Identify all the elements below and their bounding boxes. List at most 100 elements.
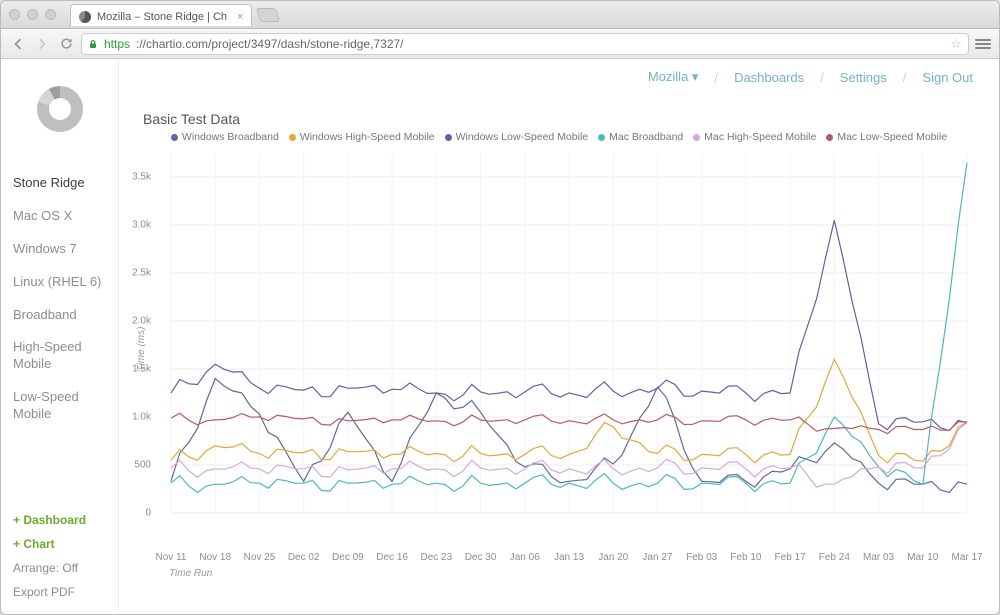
- x-tick-label: Feb 24: [819, 552, 850, 563]
- x-tick-label: Mar 17: [951, 552, 982, 563]
- x-tick-label: Jan 06: [510, 552, 540, 563]
- sidebar-item[interactable]: High-Speed Mobile: [1, 331, 118, 381]
- series-line: [171, 163, 967, 493]
- x-tick-label: Mar 03: [863, 552, 894, 563]
- nav-settings[interactable]: Settings: [840, 70, 887, 85]
- app: Stone RidgeMac OS XWindows 7Linux (RHEL …: [1, 59, 999, 614]
- url-field[interactable]: https ://chartio.com/project/3497/dash/s…: [81, 33, 969, 55]
- chart-title: Basic Test Data: [143, 111, 987, 127]
- x-tick-label: Dec 23: [420, 552, 452, 563]
- series-line: [171, 379, 967, 493]
- org-dropdown[interactable]: Mozilla ▾: [648, 69, 699, 85]
- url-scheme: https: [104, 37, 130, 51]
- main-panel: Mozilla ▾ / Dashboards / Settings / Sign…: [119, 59, 999, 614]
- chart-plot: Time (ms) Time Run 05001.0k1.5k2.0k2.5k3…: [153, 149, 973, 549]
- x-tick-label: Nov 11: [156, 552, 187, 563]
- bookmark-star-icon[interactable]: ☆: [950, 36, 962, 52]
- zoom-window-icon[interactable]: [45, 9, 56, 20]
- series-line: [171, 359, 967, 462]
- legend-dot-icon: [826, 134, 833, 141]
- nav-signout[interactable]: Sign Out: [922, 70, 973, 85]
- legend-label: Mac Broadband: [609, 131, 683, 143]
- y-tick-label: 3.0k: [132, 220, 151, 231]
- forward-button[interactable]: [33, 35, 51, 53]
- x-tick-label: Mar 10: [907, 552, 938, 563]
- export-pdf-button[interactable]: Export PDF: [1, 580, 118, 604]
- y-tick-label: 500: [134, 460, 151, 471]
- sidebar-item[interactable]: Windows 7: [1, 233, 118, 266]
- url-path: ://chartio.com/project/3497/dash/stone-r…: [136, 37, 404, 51]
- new-tab-button[interactable]: [256, 8, 281, 22]
- window-controls: [9, 9, 56, 20]
- org-logo[interactable]: [1, 59, 118, 159]
- legend-label: Windows Low-Speed Mobile: [456, 131, 588, 143]
- x-tick-label: Dec 16: [376, 552, 408, 563]
- sidebar-item[interactable]: Broadband: [1, 299, 118, 332]
- y-tick-label: 2.5k: [132, 268, 151, 279]
- tab-title: Mozilla – Stone Ridge | Ch: [97, 11, 227, 23]
- donut-icon: [37, 86, 83, 132]
- close-window-icon[interactable]: [9, 9, 20, 20]
- favicon-icon: [79, 11, 91, 23]
- y-tick-label: 2.0k: [132, 316, 151, 327]
- sidebar-actions: + Dashboard + Chart Arrange: Off Export …: [1, 508, 118, 614]
- y-tick-label: 0: [145, 508, 151, 519]
- y-tick-label: 1.5k: [132, 364, 151, 375]
- legend-dot-icon: [289, 134, 296, 141]
- chart-legend: Windows Broadband Windows High-Speed Mobi…: [131, 131, 987, 143]
- legend-label: Mac High-Speed Mobile: [704, 131, 816, 143]
- lock-icon: [88, 39, 98, 49]
- series-line: [171, 220, 967, 430]
- reload-button[interactable]: [57, 35, 75, 53]
- legend-dot-icon: [445, 134, 452, 141]
- legend-dot-icon: [171, 134, 178, 141]
- nav-dashboards[interactable]: Dashboards: [734, 70, 804, 85]
- x-axis-label: Time Run: [169, 568, 212, 579]
- sidebar: Stone RidgeMac OS XWindows 7Linux (RHEL …: [1, 59, 119, 614]
- x-tick-label: Jan 27: [642, 552, 672, 563]
- legend-dot-icon: [598, 134, 605, 141]
- sidebar-item[interactable]: Mac OS X: [1, 200, 118, 233]
- x-tick-label: Jan 13: [554, 552, 584, 563]
- toolbar: https ://chartio.com/project/3497/dash/s…: [1, 29, 999, 59]
- x-tick-label: Nov 18: [199, 552, 231, 563]
- top-nav: Mozilla ▾ / Dashboards / Settings / Sign…: [648, 69, 973, 85]
- x-tick-label: Nov 25: [244, 552, 276, 563]
- x-tick-label: Jan 20: [598, 552, 628, 563]
- legend-label: Windows Broadband: [182, 131, 279, 143]
- nav-sep: /: [903, 70, 907, 85]
- legend-label: Windows High-Speed Mobile: [300, 131, 435, 143]
- sidebar-item[interactable]: Low-Speed Mobile: [1, 381, 118, 431]
- y-tick-label: 3.5k: [132, 172, 151, 183]
- x-tick-label: Dec 09: [332, 552, 364, 563]
- minimize-window-icon[interactable]: [27, 9, 38, 20]
- sidebar-list: Stone RidgeMac OS XWindows 7Linux (RHEL …: [1, 159, 118, 431]
- arrange-toggle[interactable]: Arrange: Off: [1, 556, 118, 580]
- chart-lines: [153, 149, 973, 549]
- legend-item[interactable]: Windows Low-Speed Mobile: [445, 131, 588, 143]
- tab-close-icon[interactable]: ×: [237, 11, 243, 23]
- legend-item[interactable]: Mac Broadband: [598, 131, 683, 143]
- x-tick-label: Dec 02: [288, 552, 320, 563]
- add-chart-button[interactable]: + Chart: [1, 532, 118, 556]
- nav-sep: /: [714, 70, 718, 85]
- browser-tab[interactable]: Mozilla – Stone Ridge | Ch ×: [70, 4, 252, 26]
- legend-label: Mac Low-Speed Mobile: [837, 131, 947, 143]
- legend-item[interactable]: Windows Broadband: [171, 131, 279, 143]
- sidebar-item[interactable]: Linux (RHEL 6): [1, 266, 118, 299]
- legend-item[interactable]: Mac High-Speed Mobile: [693, 131, 816, 143]
- sidebar-item[interactable]: Stone Ridge: [1, 167, 118, 200]
- legend-item[interactable]: Windows High-Speed Mobile: [289, 131, 435, 143]
- browser-window: Mozilla – Stone Ridge | Ch × https ://ch…: [0, 0, 1000, 615]
- x-tick-label: Dec 30: [465, 552, 497, 563]
- add-dashboard-button[interactable]: + Dashboard: [1, 508, 118, 532]
- x-tick-label: Feb 03: [686, 552, 717, 563]
- legend-item[interactable]: Mac Low-Speed Mobile: [826, 131, 947, 143]
- x-tick-label: Feb 17: [775, 552, 806, 563]
- titlebar: Mozilla – Stone Ridge | Ch ×: [1, 1, 999, 29]
- x-tick-label: Feb 10: [730, 552, 761, 563]
- legend-dot-icon: [693, 134, 700, 141]
- hamburger-menu-icon[interactable]: [975, 36, 991, 52]
- y-tick-label: 1.0k: [132, 412, 151, 423]
- back-button[interactable]: [9, 35, 27, 53]
